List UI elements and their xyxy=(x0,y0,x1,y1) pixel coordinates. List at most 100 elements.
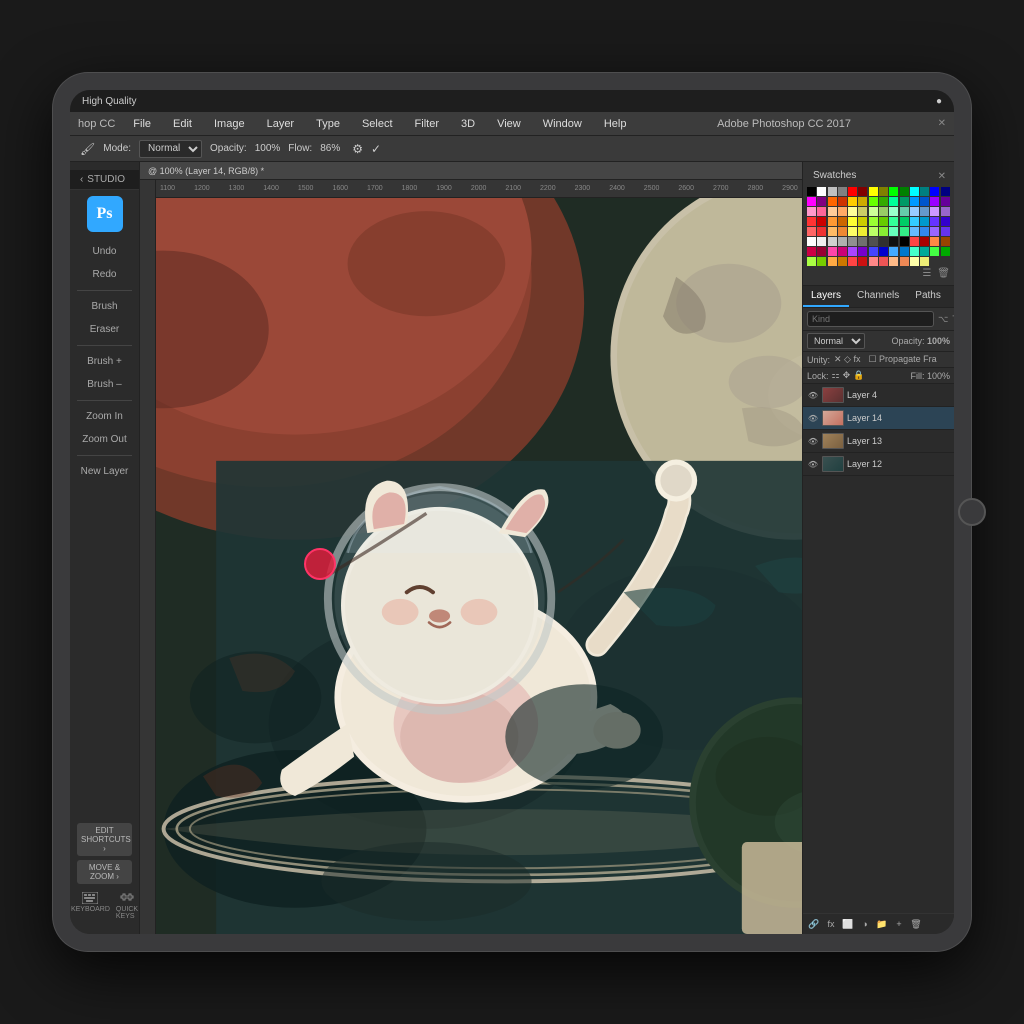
swatch-color[interactable] xyxy=(848,257,857,266)
swatch-color[interactable] xyxy=(858,257,867,266)
swatch-color[interactable] xyxy=(848,207,857,216)
swatch-color[interactable] xyxy=(848,187,857,196)
blend-mode-select[interactable]: Normal Multiply Screen Overlay xyxy=(807,333,865,349)
menu-view[interactable]: View xyxy=(493,116,525,132)
layer-visibility-12[interactable]: 👁 xyxy=(807,458,819,470)
swatch-color[interactable] xyxy=(828,237,837,246)
swatch-color[interactable] xyxy=(930,207,939,216)
quick-keys-button[interactable]: QUICK KEYS xyxy=(116,892,138,920)
swatch-delete-icon[interactable]: 🗑 xyxy=(937,268,950,279)
layer-visibility-4[interactable]: 👁 xyxy=(807,389,819,401)
swatch-color[interactable] xyxy=(910,197,919,206)
swatch-color[interactable] xyxy=(920,257,929,266)
menu-3d[interactable]: 3D xyxy=(457,116,479,132)
swatch-color[interactable] xyxy=(869,247,878,256)
swatch-color[interactable] xyxy=(858,227,867,236)
menu-file[interactable]: File xyxy=(129,116,155,132)
swatch-color[interactable] xyxy=(817,217,826,226)
swatch-color[interactable] xyxy=(920,227,929,236)
swatch-color[interactable] xyxy=(930,187,939,196)
menu-edit[interactable]: Edit xyxy=(169,116,196,132)
swatch-color[interactable] xyxy=(879,217,888,226)
swatch-color[interactable] xyxy=(910,247,919,256)
swatch-color[interactable] xyxy=(807,247,816,256)
menu-image[interactable]: Image xyxy=(210,116,249,132)
layers-delete-icon[interactable]: 🗑 xyxy=(909,917,923,931)
menu-layer[interactable]: Layer xyxy=(263,116,299,132)
swatch-color[interactable] xyxy=(879,237,888,246)
swatch-color[interactable] xyxy=(889,247,898,256)
swatch-color[interactable] xyxy=(869,257,878,266)
swatch-color[interactable] xyxy=(817,207,826,216)
swatch-color[interactable] xyxy=(858,197,867,206)
swatch-color[interactable] xyxy=(930,197,939,206)
layers-folder-icon[interactable]: 📁 xyxy=(875,917,889,931)
swatch-color[interactable] xyxy=(838,197,847,206)
tool-brush-minus[interactable]: Brush – xyxy=(70,373,139,396)
swatch-color[interactable] xyxy=(817,237,826,246)
swatch-color[interactable] xyxy=(828,197,837,206)
layer-row-12[interactable]: 👁 Layer 12 xyxy=(803,453,954,476)
tab-paths[interactable]: Paths xyxy=(907,286,949,307)
swatch-color[interactable] xyxy=(941,237,950,246)
edit-shortcuts-button[interactable]: EDIT SHORTCUTS › xyxy=(77,823,132,856)
layer-row-13[interactable]: 👁 Layer 13 xyxy=(803,430,954,453)
menu-window[interactable]: Window xyxy=(539,116,586,132)
tool-zoom-in[interactable]: Zoom In xyxy=(70,405,139,428)
swatch-color[interactable] xyxy=(838,187,847,196)
swatch-color[interactable] xyxy=(869,227,878,236)
swatch-color[interactable] xyxy=(848,237,857,246)
tool-brush[interactable]: Brush xyxy=(70,295,139,318)
swatch-color[interactable] xyxy=(807,227,816,236)
swatch-color[interactable] xyxy=(838,247,847,256)
menu-filter[interactable]: Filter xyxy=(411,116,443,132)
swatch-color[interactable] xyxy=(941,217,950,226)
swatch-color[interactable] xyxy=(848,197,857,206)
tool-brush-plus[interactable]: Brush + xyxy=(70,350,139,373)
swatch-color[interactable] xyxy=(807,217,816,226)
swatch-color[interactable] xyxy=(828,227,837,236)
swatch-color[interactable] xyxy=(889,217,898,226)
swatch-color[interactable] xyxy=(941,197,950,206)
swatch-color[interactable] xyxy=(807,237,816,246)
swatch-color[interactable] xyxy=(900,187,909,196)
swatch-color[interactable] xyxy=(900,227,909,236)
canvas-area[interactable]: @ 100% (Layer 14, RGB/8) * 1100 1200 13 xyxy=(140,162,802,934)
swatch-color[interactable] xyxy=(910,257,919,266)
swatch-color[interactable] xyxy=(941,187,950,196)
swatch-color[interactable] xyxy=(930,247,939,256)
tool-undo[interactable]: Undo xyxy=(70,240,139,263)
swatch-color[interactable] xyxy=(889,227,898,236)
swatch-color[interactable] xyxy=(879,187,888,196)
swatch-color[interactable] xyxy=(920,207,929,216)
swatch-color[interactable] xyxy=(920,237,929,246)
swatch-color[interactable] xyxy=(889,197,898,206)
studio-header[interactable]: ‹ STUDIO xyxy=(70,170,139,190)
layers-fx-btn[interactable]: fx xyxy=(824,917,838,931)
swatch-color[interactable] xyxy=(828,247,837,256)
layer-row-4[interactable]: 👁 Layer 4 xyxy=(803,384,954,407)
swatch-color[interactable] xyxy=(848,217,857,226)
keyboard-button[interactable]: KEYBOARD xyxy=(71,892,110,920)
swatch-color[interactable] xyxy=(930,217,939,226)
tool-new-layer[interactable]: New Layer xyxy=(70,460,139,483)
layer-visibility-13[interactable]: 👁 xyxy=(807,435,819,447)
swatch-color[interactable] xyxy=(869,237,878,246)
swatch-color[interactable] xyxy=(807,207,816,216)
swatch-color[interactable] xyxy=(858,217,867,226)
swatch-color[interactable] xyxy=(941,207,950,216)
swatch-color[interactable] xyxy=(941,247,950,256)
swatch-list-icon[interactable]: ☰ xyxy=(922,268,931,279)
swatch-color[interactable] xyxy=(817,187,826,196)
swatch-color[interactable] xyxy=(858,207,867,216)
swatch-color[interactable] xyxy=(848,247,857,256)
move-zoom-button[interactable]: MOVE & ZOOM › xyxy=(77,860,132,884)
swatch-color[interactable] xyxy=(910,187,919,196)
swatch-color[interactable] xyxy=(817,257,826,266)
swatch-color[interactable] xyxy=(879,227,888,236)
swatch-color[interactable] xyxy=(838,207,847,216)
swatch-color[interactable] xyxy=(900,237,909,246)
swatch-color[interactable] xyxy=(828,207,837,216)
swatch-color[interactable] xyxy=(920,217,929,226)
swatch-color[interactable] xyxy=(900,247,909,256)
